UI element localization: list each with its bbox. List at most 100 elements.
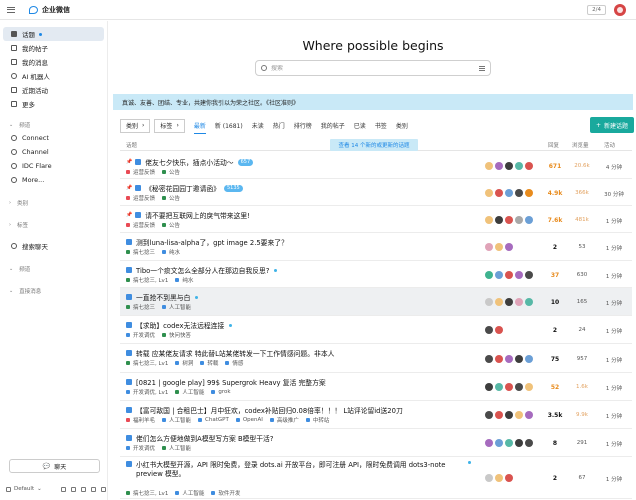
avatar[interactable] (495, 474, 503, 482)
activity-time[interactable]: 30 分钟 (600, 190, 628, 198)
topic-tag[interactable]: 快问快答 (169, 331, 191, 339)
activity-time[interactable]: 1 分钟 (600, 475, 628, 483)
tags-dropdown[interactable]: 标签 › (154, 118, 185, 133)
activity-time[interactable]: 1 分钟 (600, 327, 628, 335)
avatar[interactable] (485, 298, 493, 306)
topic-tag[interactable]: OpenAI (243, 417, 263, 423)
chat-button[interactable]: 💬 聊天 (9, 459, 100, 473)
topic-tag[interactable]: 开发调优, Lv1 (133, 388, 168, 396)
avatar[interactable] (485, 271, 493, 279)
topic-tag[interactable]: 人工智能 (169, 444, 191, 452)
column-views[interactable]: 浏览量 (572, 141, 589, 149)
avatar[interactable] (515, 189, 523, 197)
sidebar-item-0[interactable]: 话题 (3, 27, 104, 41)
topic-row[interactable]: [0821 | google play] 99$ Supergrok Heavy… (120, 373, 632, 401)
sidebar-search-chat[interactable]: 搜索聊天 (3, 239, 104, 253)
tab-2[interactable]: 未读 (252, 118, 264, 133)
tab-5[interactable]: 我的帖子 (321, 118, 345, 133)
topic-tag[interactable]: 公告 (169, 194, 180, 202)
topic-title[interactable]: 佬们怎么方便地做到A模型写方案 B模型干活? (136, 433, 273, 443)
avatar[interactable] (485, 326, 493, 334)
avatar[interactable] (525, 162, 533, 170)
topic-row[interactable]: 佬们怎么方便地做到A模型写方案 B模型干活? 开发调优 人工智能 8 291 1 分钟 (120, 429, 632, 457)
topic-row[interactable]: 小红书大模型开源，API 限时免费，登录 dots.ai 开放平台，即可注册 A… (120, 457, 632, 499)
topic-tag[interactable]: 搞七捻三, Lv1 (133, 489, 168, 497)
avatar[interactable] (505, 474, 513, 482)
category-dropdown[interactable]: 类别 › (120, 118, 151, 133)
topic-title[interactable]: [0821 | google play] 99$ Supergrok Heavy… (136, 377, 326, 387)
activity-time[interactable]: 4 分钟 (600, 163, 628, 171)
topic-tag[interactable]: 搞七捻三, Lv1 (133, 276, 168, 284)
avatar[interactable] (505, 298, 513, 306)
settings-icon[interactable] (81, 486, 86, 492)
topic-title[interactable]: 《秘密花园园丁邀请函》 (145, 183, 220, 193)
theme-icon[interactable] (6, 486, 11, 492)
topic-tag[interactable]: 开发调优 (133, 331, 155, 339)
tab-3[interactable]: 热门 (273, 118, 285, 133)
sidebar-item-3[interactable]: AI 机器人 (3, 69, 104, 83)
avatar[interactable] (495, 383, 503, 391)
topic-tag[interactable]: 中转站 (313, 416, 330, 424)
avatar[interactable] (485, 216, 493, 224)
topic-tag[interactable]: 公告 (169, 221, 180, 229)
sidebar-item-5[interactable]: 更多 (3, 97, 104, 111)
column-activity[interactable]: 活动 (604, 141, 615, 149)
avatar[interactable] (485, 411, 493, 419)
new-posts-badge[interactable]: 5135 (224, 184, 243, 192)
topic-tag[interactable]: 软件开发 (218, 489, 240, 497)
page-counter[interactable]: 2/4 (587, 4, 606, 15)
avatar[interactable] (505, 439, 513, 447)
avatar[interactable] (485, 189, 493, 197)
topic-tag[interactable]: 公告 (169, 168, 180, 176)
tab-8[interactable]: 类别 (396, 118, 408, 133)
app-logo[interactable]: 企业微信 (29, 5, 70, 15)
avatar[interactable] (485, 439, 493, 447)
topic-tag[interactable]: 转载 (207, 359, 218, 367)
column-replies[interactable]: 回复 (548, 141, 559, 149)
avatar[interactable] (505, 271, 513, 279)
sidebar-item-2[interactable]: 我的消息 (3, 55, 104, 69)
activity-time[interactable]: 1 分钟 (600, 244, 628, 252)
avatar[interactable] (505, 411, 513, 419)
sidebar-item-4[interactable]: 近期活动 (3, 83, 104, 97)
avatar[interactable] (485, 474, 493, 482)
topic-row[interactable]: 【富可敌国 | 合租巴士】月中狂欢，codex补贴回归0.08倍率！！！ L站评… (120, 401, 632, 429)
avatar[interactable] (505, 243, 513, 251)
avatar[interactable] (505, 189, 513, 197)
topic-tag[interactable]: 人工智能 (169, 416, 191, 424)
activity-time[interactable]: 1 分钟 (600, 412, 628, 420)
search-input[interactable] (271, 64, 479, 72)
avatar[interactable] (525, 216, 533, 224)
column-topic[interactable]: 话题 (126, 141, 137, 149)
avatar[interactable] (515, 271, 523, 279)
sidebar-channel-1[interactable]: Channel (3, 145, 104, 159)
tab-7[interactable]: 书签 (375, 118, 387, 133)
avatar[interactable] (495, 271, 503, 279)
sidebar-channel-2[interactable]: IDC Flare (3, 159, 104, 173)
activity-time[interactable]: 1 分钟 (600, 272, 628, 280)
topic-tag[interactable]: grok (218, 389, 230, 395)
avatar[interactable] (505, 383, 513, 391)
topic-tag[interactable]: 搞七捻三, Lv1 (133, 359, 168, 367)
avatar[interactable] (495, 326, 503, 334)
topic-tag[interactable]: 运营反馈 (133, 168, 155, 176)
tab-6[interactable]: 已读 (354, 118, 366, 133)
collapse-icon[interactable] (101, 486, 106, 492)
topic-row[interactable]: 📌 《秘密花园园丁邀请函》 5135 运营反馈 公告 4.9k 366k 30 分钟 (120, 179, 632, 206)
activity-time[interactable]: 1 分钟 (600, 384, 628, 392)
avatar[interactable] (495, 355, 503, 363)
topic-tag[interactable]: 情感 (232, 359, 243, 367)
avatar[interactable] (485, 162, 493, 170)
avatar[interactable] (495, 439, 503, 447)
tab-0[interactable]: 最新 (193, 118, 206, 134)
topic-tag[interactable]: 人工智能 (182, 489, 204, 497)
tab-4[interactable]: 排行榜 (294, 118, 312, 133)
activity-time[interactable]: 1 分钟 (600, 217, 628, 225)
hamburger-menu-icon[interactable] (7, 6, 15, 13)
topic-row[interactable]: 📌 佬友七夕快乐，插点小活动～ 657 运营反馈 公告 671 20.6k 4 分钟 (120, 153, 632, 179)
topic-tag[interactable]: 纯水 (169, 248, 180, 256)
avatar[interactable] (515, 439, 523, 447)
topic-tag[interactable]: 人工智能 (169, 303, 191, 311)
activity-time[interactable]: 1 分钟 (600, 356, 628, 364)
sidebar-channel-0[interactable]: Connect (3, 131, 104, 145)
